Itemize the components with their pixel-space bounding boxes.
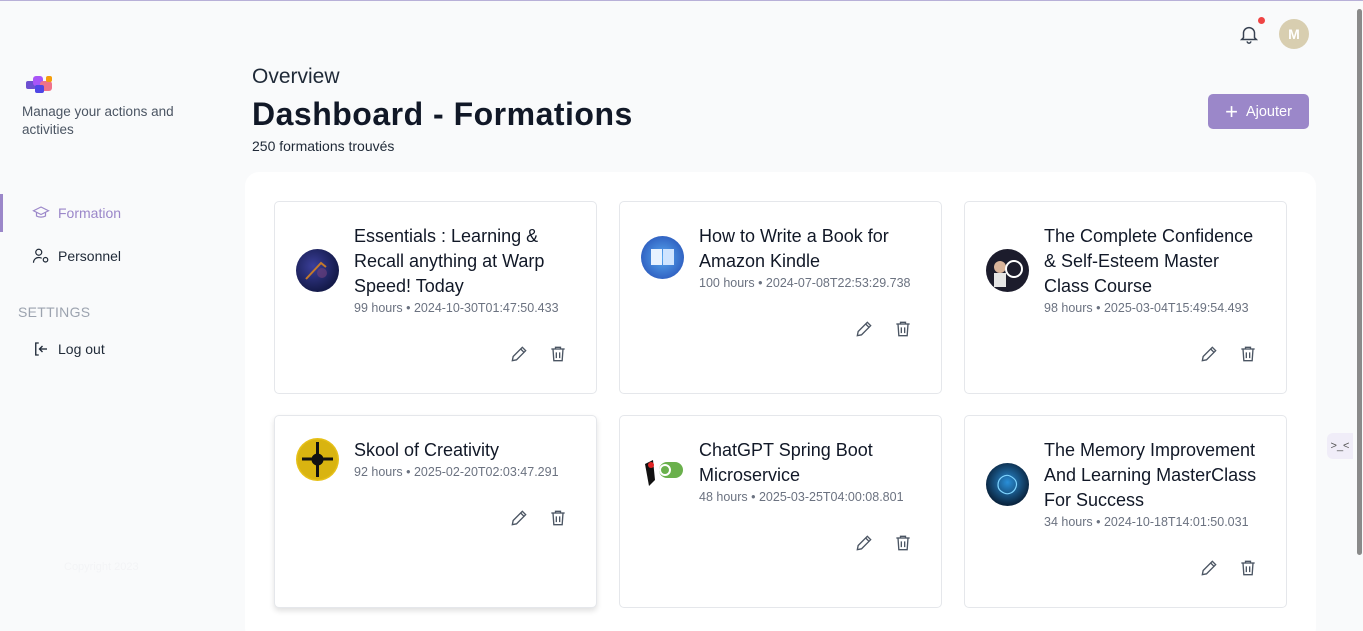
formation-card[interactable]: ChatGPT Spring Boot Microservice 48 hour… (619, 415, 942, 608)
formation-meta: 100 hours • 2024-07-08T22:53:29.738 (699, 276, 911, 290)
trash-icon (1241, 346, 1255, 362)
edit-button[interactable] (1199, 558, 1221, 580)
collapse-arrows-icon: >_< (1330, 440, 1350, 452)
breadcrumb: Overview (252, 65, 340, 88)
sidebar-item-label: Personnel (58, 248, 122, 264)
notification-bell-icon[interactable] (1238, 23, 1260, 45)
trash-icon (551, 510, 565, 526)
delete-button[interactable] (893, 319, 915, 341)
edit-button[interactable] (509, 344, 531, 366)
results-count: 250 formations trouvés (252, 138, 395, 154)
formation-meta: 99 hours • 2024-10-30T01:47:50.433 (354, 301, 559, 315)
vertical-scrollbar[interactable] (1357, 9, 1362, 555)
avatar[interactable]: M (1279, 19, 1309, 49)
logout-icon (35, 342, 47, 356)
formation-thumbnail (296, 438, 339, 481)
formation-thumbnail (986, 463, 1029, 506)
sidebar-item-personnel[interactable]: Personnel (0, 237, 230, 275)
formation-card[interactable]: The Memory Improvement And Learning Mast… (964, 415, 1287, 608)
edit-button[interactable] (854, 533, 876, 555)
delete-button[interactable] (893, 533, 915, 555)
edit-button[interactable] (854, 319, 876, 341)
delete-button[interactable] (548, 508, 570, 530)
user-gear-icon (32, 248, 49, 263)
page-title: Dashboard - Formations (252, 96, 633, 132)
delete-button[interactable] (548, 344, 570, 366)
side-widget-toggle[interactable]: >_< (1327, 433, 1353, 459)
formation-meta: 48 hours • 2025-03-25T04:00:08.801 (699, 490, 904, 504)
delete-button[interactable] (1238, 344, 1260, 366)
graduation-cap-icon (32, 206, 50, 218)
settings-section-label: SETTINGS (18, 304, 91, 320)
pencil-icon (1201, 346, 1217, 362)
formation-card[interactable]: How to Write a Book for Amazon Kindle 10… (619, 201, 942, 394)
add-button-label: Ajouter (1245, 103, 1292, 120)
trash-icon (1241, 560, 1255, 576)
plus-icon: + (1225, 98, 1238, 124)
pencil-icon (856, 321, 872, 337)
formation-title: How to Write a Book for Amazon Kindle (699, 226, 889, 271)
add-button[interactable]: + Ajouter (1208, 94, 1309, 129)
formation-thumbnail (641, 236, 684, 279)
app-tagline: Manage your actions and activities (22, 104, 174, 137)
logout-button[interactable]: Log out (0, 330, 230, 368)
trash-icon (896, 321, 910, 337)
formation-meta: 34 hours • 2024-10-18T14:01:50.031 (1044, 515, 1249, 529)
trash-icon (896, 535, 910, 551)
sidebar-item-label: Formation (58, 205, 122, 221)
formation-title: The Memory Improvement And Learning Mast… (1044, 440, 1257, 510)
app-logo[interactable] (24, 73, 56, 97)
formation-title: The Complete Confidence & Self-Esteem Ma… (1044, 226, 1254, 296)
pencil-icon (1201, 560, 1217, 576)
trash-icon (551, 346, 565, 362)
copyright-text: Copyright 2023 (64, 561, 139, 573)
formation-card[interactable]: The Complete Confidence & Self-Esteem Ma… (964, 201, 1287, 394)
formation-thumbnail (296, 249, 339, 292)
formation-meta: 92 hours • 2025-02-20T02:03:47.291 (354, 465, 559, 479)
pencil-icon (511, 510, 527, 526)
pencil-icon (511, 346, 527, 362)
notification-dot (1258, 17, 1265, 24)
logout-label: Log out (58, 341, 105, 357)
formation-thumbnail (986, 249, 1029, 292)
formation-title: Essentials : Learning & Recall anything … (354, 226, 545, 296)
formation-title: ChatGPT Spring Boot Microservice (699, 440, 873, 485)
delete-button[interactable] (1238, 558, 1260, 580)
formation-card[interactable]: Essentials : Learning & Recall anything … (274, 201, 597, 394)
pencil-icon (856, 535, 872, 551)
formation-title: Skool of Creativity (354, 440, 500, 460)
sidebar: Manage your actions and activities Forma… (0, 1, 230, 631)
formation-meta: 98 hours • 2025-03-04T15:49:54.493 (1044, 301, 1249, 315)
edit-button[interactable] (1199, 344, 1221, 366)
formations-panel: Essentials : Learning & Recall anything … (245, 172, 1316, 631)
sidebar-item-formation[interactable]: Formation (0, 194, 230, 232)
edit-button[interactable] (509, 508, 531, 530)
formation-card[interactable]: Skool of Creativity 92 hours • 2025-02-2… (274, 415, 597, 608)
formation-thumbnail (641, 450, 684, 493)
